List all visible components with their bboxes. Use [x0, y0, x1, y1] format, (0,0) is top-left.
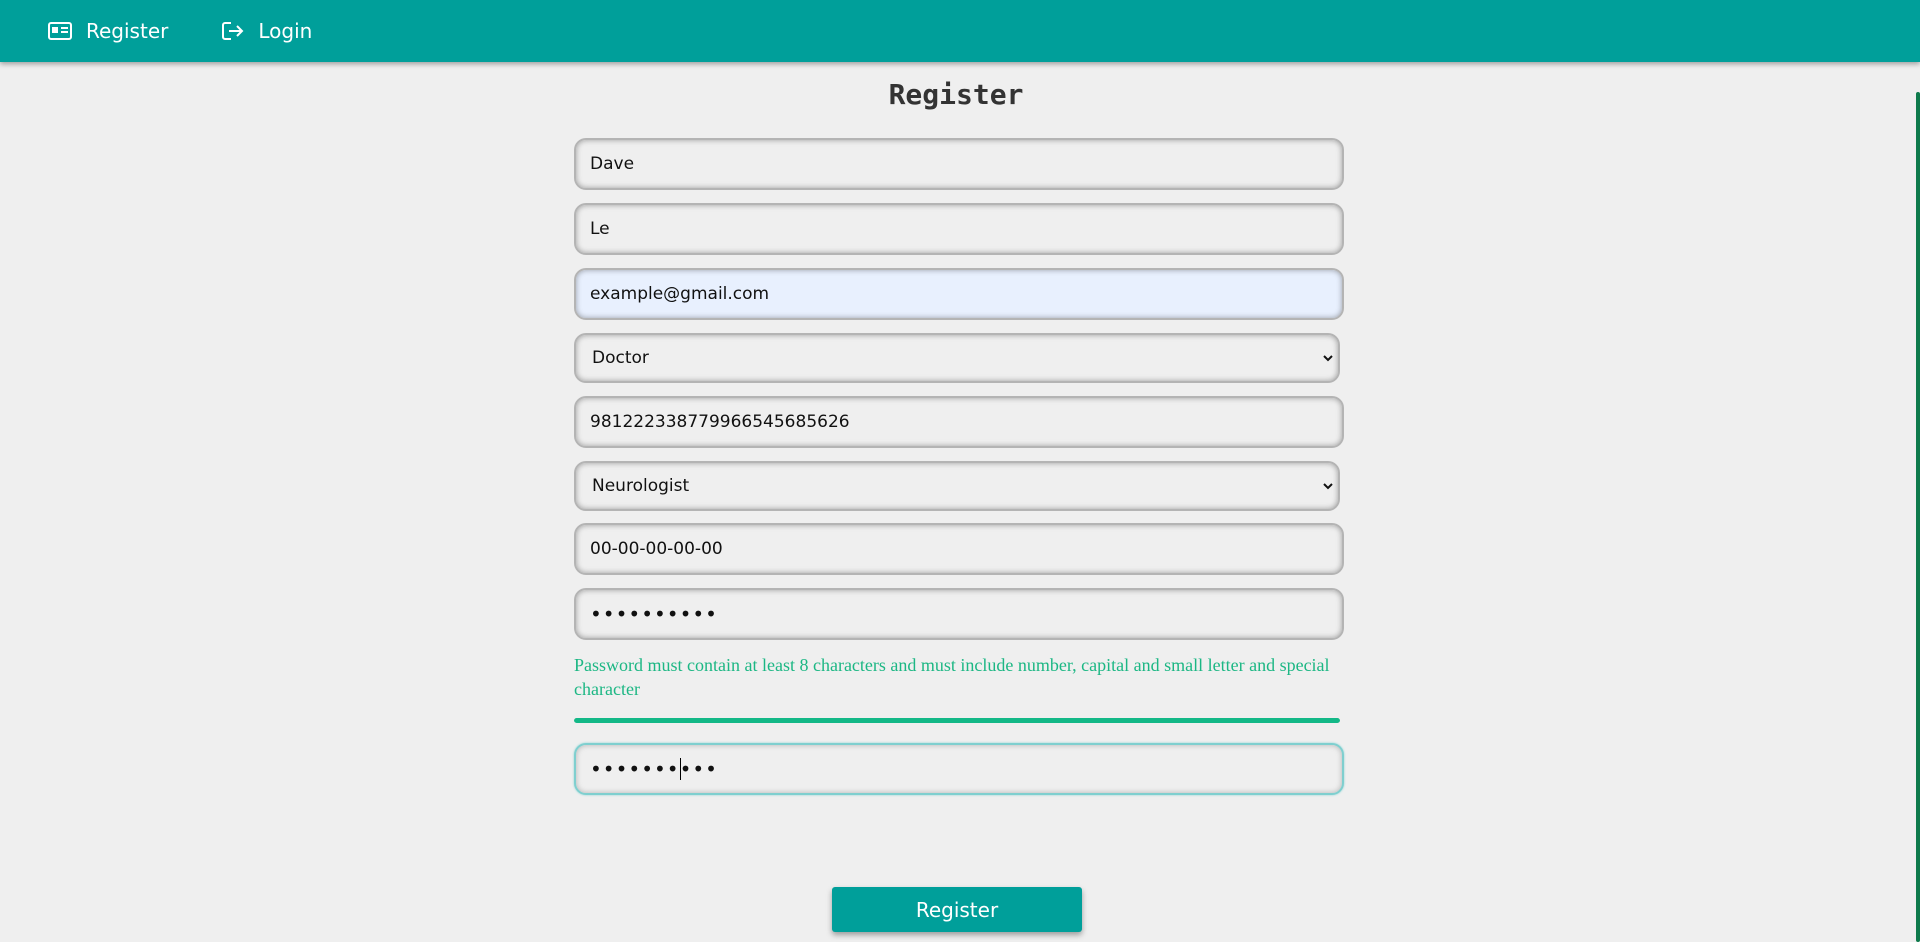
nav-login-label: Login [258, 19, 313, 43]
page-title: Register [888, 78, 1024, 111]
id-number-input[interactable] [574, 396, 1344, 448]
nav-register-link[interactable]: Register [48, 19, 168, 43]
specialty-select[interactable]: Neurologist [574, 461, 1340, 511]
password-hint: Password must contain at least 8 charact… [574, 655, 1330, 699]
password-input[interactable] [574, 588, 1344, 640]
password-strength-fill [574, 718, 1340, 723]
password-strength-bar [574, 718, 1340, 723]
phone-input[interactable] [574, 523, 1344, 575]
top-navbar: Register Login [0, 0, 1920, 62]
last-name-input[interactable] [574, 203, 1344, 255]
nav-login-link[interactable]: Login [222, 19, 312, 43]
sign-in-icon [222, 22, 244, 40]
email-input[interactable] [574, 268, 1344, 320]
first-name-input[interactable] [574, 138, 1344, 190]
id-card-icon [48, 22, 72, 40]
text-caret [680, 758, 681, 780]
page-scrollbar[interactable] [1916, 92, 1920, 942]
confirm-password-input[interactable] [574, 743, 1344, 795]
role-select[interactable]: Doctor [574, 333, 1340, 383]
register-submit-button[interactable]: Register [832, 887, 1082, 932]
nav-register-label: Register [86, 19, 169, 43]
